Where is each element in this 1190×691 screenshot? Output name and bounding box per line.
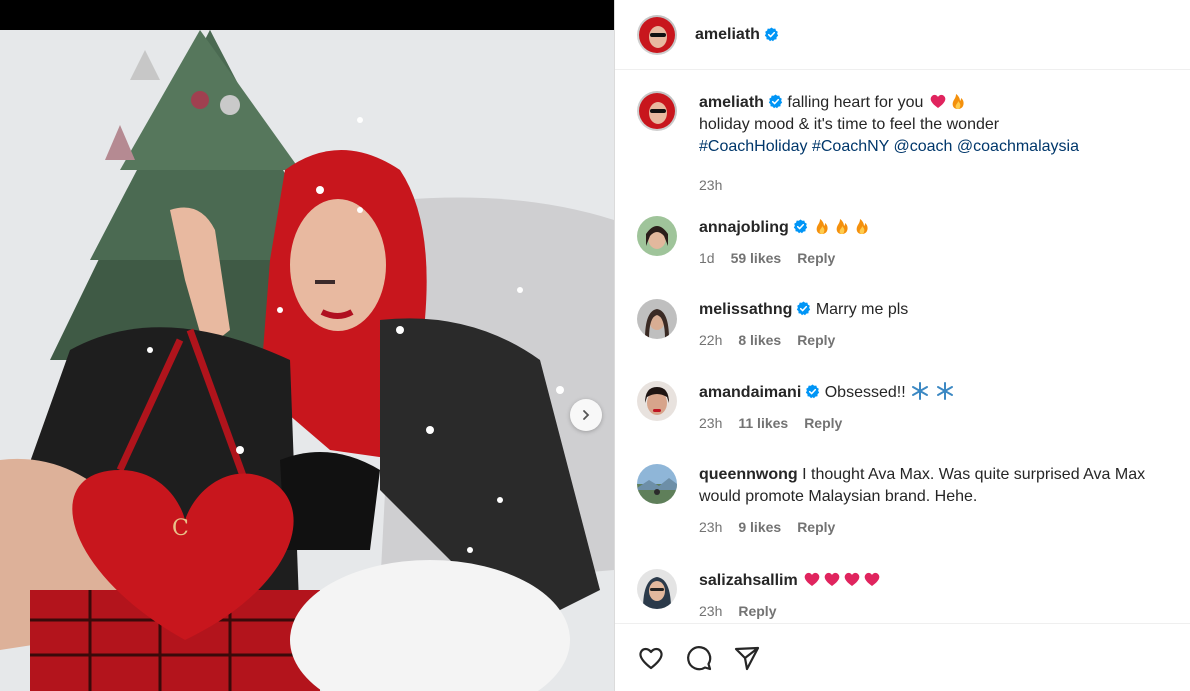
comment-likes[interactable]: 9 likes bbox=[738, 516, 781, 538]
commenter-avatar[interactable] bbox=[637, 464, 677, 504]
comment-icon bbox=[687, 645, 712, 670]
comment-time: 23h bbox=[699, 519, 723, 535]
fire-icon bbox=[816, 219, 828, 234]
fire-icon bbox=[952, 94, 964, 109]
verified-icon bbox=[797, 301, 811, 316]
comment-time: 23h bbox=[699, 603, 723, 619]
red-heart-icon bbox=[930, 94, 946, 108]
reply-button[interactable]: Reply bbox=[738, 600, 776, 622]
comment-username[interactable]: melissathng bbox=[699, 301, 792, 318]
comment-text: Marry me pls bbox=[815, 301, 909, 318]
verified-icon bbox=[793, 219, 807, 234]
caption-time: 23h bbox=[699, 177, 723, 193]
comment-username[interactable]: queennwong bbox=[699, 466, 798, 483]
caption-text-line2: holiday mood & it's time to feel the won… bbox=[699, 116, 1000, 133]
commenter-avatar[interactable] bbox=[637, 299, 677, 339]
svg-text:C: C bbox=[172, 516, 189, 541]
mention-coachmalaysia[interactable]: @coachmalaysia bbox=[957, 138, 1079, 155]
next-image-button[interactable] bbox=[570, 399, 602, 431]
comment-time: 23h bbox=[699, 415, 723, 431]
post-side-panel: ameliath ameliath falling heart for you bbox=[614, 0, 1190, 691]
reply-button[interactable]: Reply bbox=[797, 247, 835, 269]
caption-avatar[interactable] bbox=[637, 91, 677, 131]
hashtag-coachholiday[interactable]: #CoachHoliday bbox=[699, 138, 808, 155]
verified-icon bbox=[768, 94, 783, 109]
comment-likes[interactable]: 8 likes bbox=[738, 329, 781, 351]
comment-username[interactable]: salizahsallim bbox=[699, 572, 798, 589]
caption-text-line1: falling heart for you bbox=[787, 94, 924, 111]
mention-coach[interactable]: @coach bbox=[894, 138, 953, 155]
snowflake-icon bbox=[912, 382, 929, 400]
commenter-avatar[interactable] bbox=[637, 381, 677, 421]
reply-button[interactable]: Reply bbox=[797, 329, 835, 351]
comment-text: Obsessed!! bbox=[824, 384, 906, 401]
red-heart-icon bbox=[824, 572, 840, 586]
caption: ameliath falling heart for you holiday m… bbox=[637, 91, 1189, 196]
heart-icon bbox=[639, 647, 663, 669]
post-photo: C bbox=[0, 30, 614, 691]
red-heart-icon bbox=[804, 572, 820, 586]
next-arrow-icon bbox=[583, 410, 590, 420]
post-header: ameliath bbox=[615, 0, 1190, 70]
caption-username[interactable]: ameliath bbox=[699, 94, 764, 111]
comment-item: queennwong I thought Ava Max. Was quite … bbox=[637, 464, 1189, 538]
reply-button[interactable]: Reply bbox=[804, 412, 842, 434]
author-username[interactable]: ameliath bbox=[695, 26, 760, 44]
reply-button[interactable]: Reply bbox=[797, 516, 835, 538]
comment-item: melissathng Marry me pls 22h 8 likes Rep… bbox=[637, 299, 1189, 351]
verified-icon bbox=[764, 27, 779, 42]
photo-illustration: C bbox=[0, 30, 614, 691]
fire-icon bbox=[856, 219, 868, 234]
comments-list: ameliath falling heart for you holiday m… bbox=[615, 71, 1190, 623]
hashtag-coachny[interactable]: #CoachNY bbox=[812, 138, 889, 155]
share-button[interactable] bbox=[731, 642, 763, 674]
comment-time: 1d bbox=[699, 250, 715, 266]
comment-item: amandaimani Obsessed!! 23h 11 likes Repl… bbox=[637, 381, 1189, 434]
action-bar bbox=[615, 623, 1190, 691]
red-heart-icon bbox=[864, 572, 880, 586]
comment-item: annajobling 1d 59 likes Reply bbox=[637, 216, 1189, 269]
comment-username[interactable]: amandaimani bbox=[699, 384, 801, 401]
comment-time: 22h bbox=[699, 332, 723, 348]
red-heart-icon bbox=[844, 572, 860, 586]
verified-icon bbox=[806, 384, 820, 399]
comment-username[interactable]: annajobling bbox=[699, 219, 789, 236]
fire-icon bbox=[836, 219, 848, 234]
commenter-avatar[interactable] bbox=[637, 569, 677, 609]
comment-likes[interactable]: 11 likes bbox=[738, 412, 788, 434]
like-button[interactable] bbox=[635, 642, 667, 674]
post-media: C bbox=[0, 0, 614, 691]
comment-item: salizahsallim 23h Reply bbox=[637, 569, 1189, 622]
comment-button[interactable] bbox=[683, 642, 715, 674]
author-avatar[interactable] bbox=[637, 14, 677, 55]
share-icon bbox=[734, 646, 760, 670]
commenter-avatar[interactable] bbox=[637, 216, 677, 256]
comment-likes[interactable]: 59 likes bbox=[731, 247, 782, 269]
snowflake-icon bbox=[936, 382, 953, 400]
